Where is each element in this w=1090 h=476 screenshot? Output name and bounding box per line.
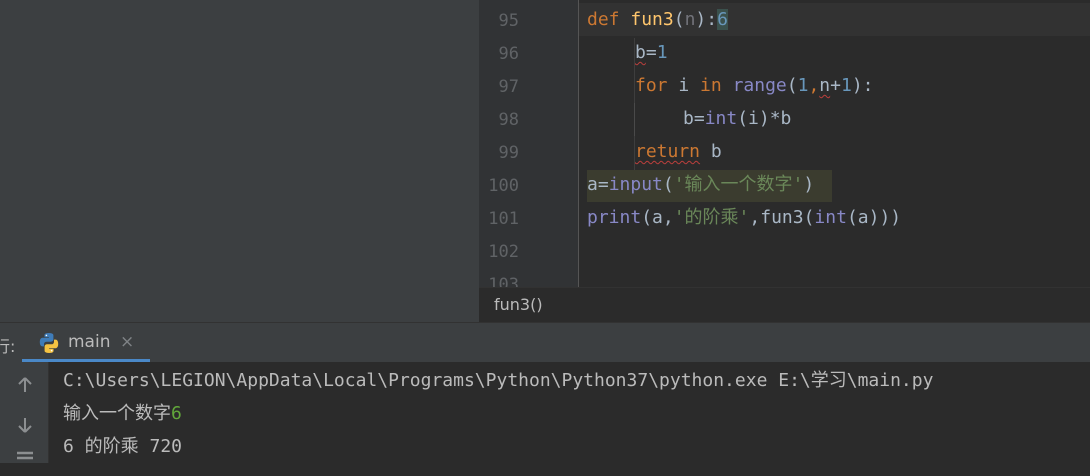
arguments: ,fun3(	[749, 207, 815, 228]
line-number: 101	[488, 209, 519, 229]
operator: =	[597, 174, 609, 195]
builtin: int	[814, 207, 847, 228]
string-literal: '的阶乘'	[673, 207, 750, 228]
arguments: (a)))	[846, 207, 902, 228]
run-toolbar	[0, 362, 49, 463]
paren: (	[673, 9, 685, 30]
up-arrow-icon[interactable]	[14, 374, 36, 396]
paren: (	[662, 174, 674, 195]
close-icon[interactable]: ×	[120, 332, 134, 352]
number: 1	[840, 75, 852, 96]
console-output[interactable]: C:\Users\LEGION\AppData\Local\Programs\P…	[49, 362, 1090, 463]
line-number: 103	[488, 275, 519, 287]
paren: (	[786, 75, 798, 96]
tab-main[interactable]: main ×	[22, 323, 150, 363]
prompt-text: 输入一个数字	[63, 403, 171, 424]
paren: ):	[695, 9, 718, 30]
code-line-100[interactable]: a=input('输入一个数字')	[587, 174, 814, 196]
code-line-97[interactable]: for i in range(1,n+1):	[635, 75, 874, 97]
tab-label: main	[68, 332, 111, 352]
line-number-gutter: 95 96 97 98 99 100 101 102 103	[479, 0, 579, 287]
code-line-99[interactable]: return b	[635, 141, 722, 163]
line-number: 97	[498, 77, 519, 97]
variable: a	[587, 174, 598, 195]
run-label: 行:	[0, 337, 16, 356]
python-icon	[39, 333, 59, 353]
line-number: 99	[498, 143, 519, 163]
code-editor[interactable]: 95 96 97 98 99 100 101 102 103 def fun3(…	[479, 0, 1090, 287]
operator: =	[645, 42, 657, 63]
keyword: in	[700, 75, 722, 96]
menu-icon[interactable]	[14, 450, 36, 472]
number: 1	[656, 42, 668, 63]
operator: +	[830, 75, 841, 96]
inlay-hint: 6	[717, 9, 728, 30]
down-arrow-icon[interactable]	[14, 414, 36, 436]
builtin: range	[732, 75, 787, 96]
builtin: print	[587, 207, 642, 228]
variable: i	[667, 75, 701, 96]
keyword: for	[635, 75, 668, 96]
paren: )	[803, 174, 815, 195]
variable: b	[683, 108, 694, 129]
line-number: 96	[498, 44, 519, 64]
number: 1	[797, 75, 809, 96]
line-number: 95	[498, 11, 519, 31]
builtin: input	[608, 174, 663, 195]
breadcrumb-bar: fun3()	[479, 287, 1090, 323]
paren: ):	[851, 75, 874, 96]
indent-guide	[634, 103, 635, 136]
console-command-line: C:\Users\LEGION\AppData\Local\Programs\P…	[63, 370, 934, 391]
keyword: return	[635, 141, 701, 162]
project-panel	[0, 0, 479, 322]
string-literal: '输入一个数字'	[673, 174, 804, 195]
function-name: fun3	[630, 9, 674, 30]
code-line-95[interactable]: def fun3(n):6	[587, 9, 728, 31]
operator: =	[693, 108, 705, 129]
builtin: int	[704, 108, 738, 129]
breadcrumb[interactable]: fun3()	[494, 295, 543, 314]
line-number: 98	[498, 110, 519, 130]
arguments: (a,	[641, 207, 674, 228]
line-number: 102	[488, 242, 519, 262]
user-input: 6	[171, 403, 182, 424]
variable: n	[819, 75, 831, 96]
variable: b	[635, 42, 646, 63]
keyword: def	[587, 9, 620, 30]
run-tool-window-header: 行: main ×	[0, 322, 1090, 363]
code-line-101[interactable]: print(a,'的阶乘',fun3(int(a)))	[587, 207, 901, 229]
console-prompt-line: 输入一个数字6	[63, 403, 182, 425]
line-number: 100	[488, 176, 519, 196]
parameter: n	[684, 9, 696, 30]
comma: ,	[808, 75, 820, 96]
code-line-98[interactable]: b=int(i)*b	[683, 108, 791, 130]
code-line-96[interactable]: b=1	[635, 42, 668, 64]
arguments: (i)*b	[737, 108, 792, 129]
console-result-line: 6 的阶乘 720	[63, 436, 183, 457]
return-value: b	[700, 141, 722, 162]
